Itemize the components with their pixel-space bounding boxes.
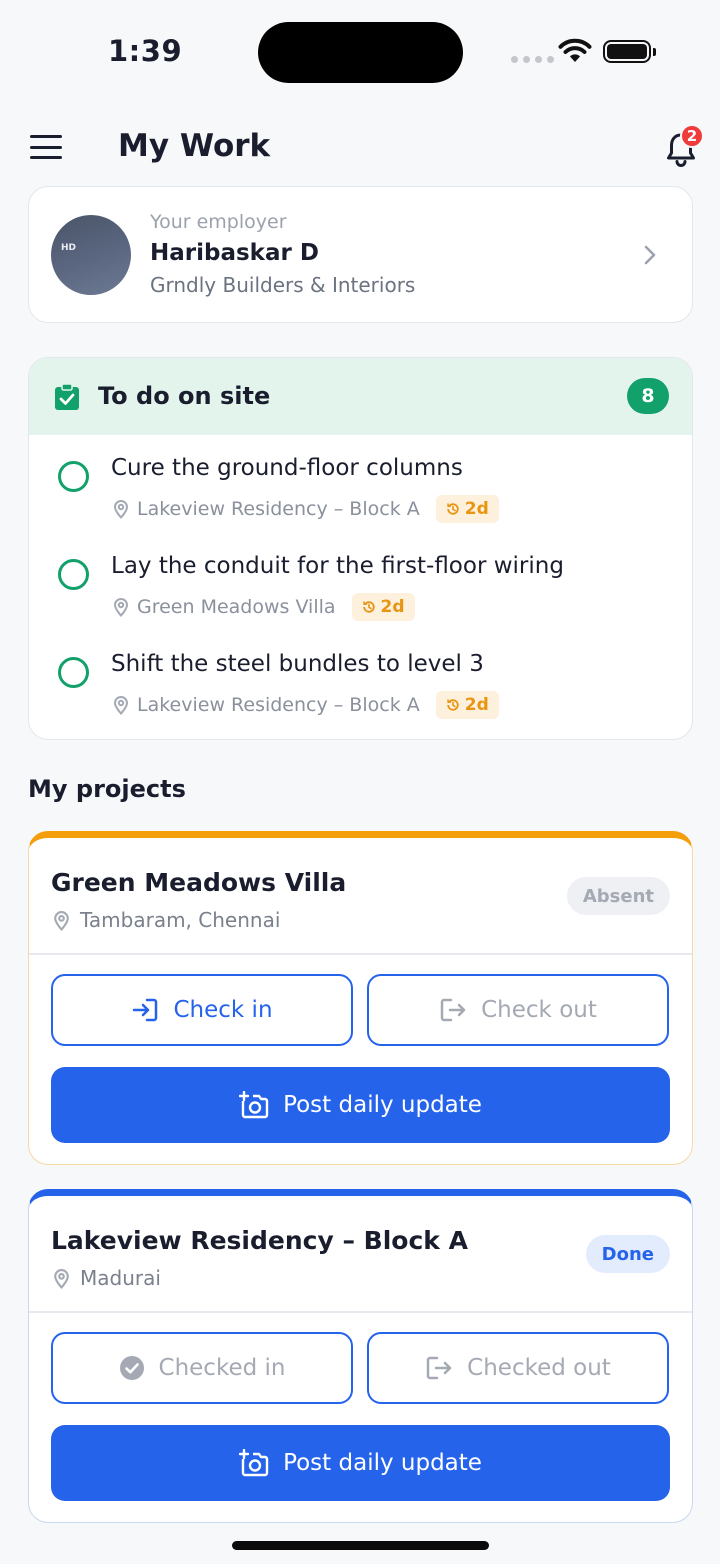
history-icon xyxy=(362,601,375,613)
section-title-projects: My projects xyxy=(28,775,186,803)
project-location-text: Tambaram, Chennai xyxy=(80,908,281,932)
checked-out-button[interactable]: Checked out xyxy=(367,1332,669,1404)
location-pin-icon xyxy=(54,1268,69,1289)
cellular-signal-icon xyxy=(511,56,554,63)
status-badge: Absent xyxy=(566,877,670,915)
todo-header: To do on site 8 xyxy=(29,358,692,435)
avatar: HD xyxy=(51,215,131,295)
logout-icon xyxy=(426,1356,452,1380)
todo-checkbox[interactable] xyxy=(58,657,89,688)
post-daily-update-button[interactable]: Post daily update xyxy=(51,1425,670,1501)
location-pin-icon xyxy=(113,500,129,519)
dynamic-island xyxy=(258,22,463,83)
wifi-icon xyxy=(558,38,592,62)
todo-task: Lay the conduit for the first-floor wiri… xyxy=(111,553,564,579)
todo-meta: Lakeview Residency – Block A 2d xyxy=(113,495,499,523)
status-time: 1:39 xyxy=(108,34,183,68)
employer-name: Haribaskar D xyxy=(150,240,319,266)
home-indicator[interactable] xyxy=(232,1541,489,1550)
employer-kicker: Your employer xyxy=(150,211,287,233)
divider xyxy=(29,953,692,955)
page-title: My Work xyxy=(118,128,271,164)
check-out-button[interactable]: Check out xyxy=(367,974,669,1046)
todo-checkbox[interactable] xyxy=(58,461,89,492)
status-bar: 1:39 xyxy=(0,0,720,100)
location-pin-icon xyxy=(54,910,69,931)
camera-plus-icon xyxy=(239,1091,269,1119)
history-icon xyxy=(446,699,459,711)
history-icon xyxy=(446,503,459,515)
avatar-initials: HD xyxy=(61,243,77,253)
todo-item[interactable]: Shift the steel bundles to level 3 Lakev… xyxy=(29,651,692,739)
todo-checkbox[interactable] xyxy=(58,559,89,590)
due-badge: 2d xyxy=(351,593,415,621)
employer-company: Grndly Builders & Interiors xyxy=(150,273,416,297)
clipboard-check-icon xyxy=(55,383,79,410)
due-label: 2d xyxy=(464,499,489,519)
project-name: Lakeview Residency – Block A xyxy=(51,1226,468,1255)
checked-in-label: Checked in xyxy=(158,1355,286,1381)
notification-badge: 2 xyxy=(680,124,704,148)
todo-item[interactable]: Lay the conduit for the first-floor wiri… xyxy=(29,553,692,655)
camera-plus-icon xyxy=(239,1449,269,1477)
todo-count-badge: 8 xyxy=(627,378,669,414)
todo-meta: Green Meadows Villa 2d xyxy=(113,593,415,621)
post-daily-update-label: Post daily update xyxy=(283,1450,482,1476)
checked-in-button[interactable]: Checked in xyxy=(51,1332,353,1404)
due-badge: 2d xyxy=(435,495,499,523)
due-label: 2d xyxy=(464,695,489,715)
check-circle-icon xyxy=(119,1356,144,1380)
project-location-text: Madurai xyxy=(80,1266,161,1290)
todo-card: To do on site 8 Cure the ground-floor co… xyxy=(28,357,693,740)
todo-site: Lakeview Residency – Block A xyxy=(137,498,420,520)
todo-title: To do on site xyxy=(98,382,271,410)
checked-out-label: Checked out xyxy=(467,1355,611,1381)
due-label: 2d xyxy=(380,597,405,617)
todo-item[interactable]: Cure the ground-floor columns Lakeview R… xyxy=(29,455,692,557)
check-in-label: Check in xyxy=(173,997,273,1023)
project-location: Tambaram, Chennai xyxy=(53,908,280,932)
post-daily-update-label: Post daily update xyxy=(283,1092,482,1118)
todo-task: Cure the ground-floor columns xyxy=(111,455,463,481)
chevron-right-icon xyxy=(644,245,656,265)
employer-card[interactable]: HD Your employer Haribaskar D Grndly Bui… xyxy=(28,186,693,323)
project-card: Lakeview Residency – Block A Madurai Don… xyxy=(28,1189,693,1523)
project-card: Green Meadows Villa Tambaram, Chennai Ab… xyxy=(28,831,693,1165)
location-pin-icon xyxy=(113,598,129,617)
divider xyxy=(29,1311,692,1313)
check-in-button[interactable]: Check in xyxy=(51,974,353,1046)
todo-task: Shift the steel bundles to level 3 xyxy=(111,651,484,677)
hamburger-menu-icon[interactable] xyxy=(30,135,62,159)
logout-icon xyxy=(440,998,466,1022)
project-name: Green Meadows Villa xyxy=(51,868,347,897)
app-header: My Work xyxy=(0,100,720,192)
check-out-label: Check out xyxy=(481,997,597,1023)
due-badge: 2d xyxy=(435,691,499,719)
todo-site: Green Meadows Villa xyxy=(137,596,336,618)
project-location: Madurai xyxy=(53,1266,161,1290)
status-badge: Done xyxy=(585,1235,670,1273)
todo-meta: Lakeview Residency – Block A 2d xyxy=(113,691,499,719)
login-icon xyxy=(133,998,158,1022)
battery-icon xyxy=(603,40,656,63)
location-pin-icon xyxy=(113,696,129,715)
post-daily-update-button[interactable]: Post daily update xyxy=(51,1067,670,1143)
todo-site: Lakeview Residency – Block A xyxy=(137,694,420,716)
